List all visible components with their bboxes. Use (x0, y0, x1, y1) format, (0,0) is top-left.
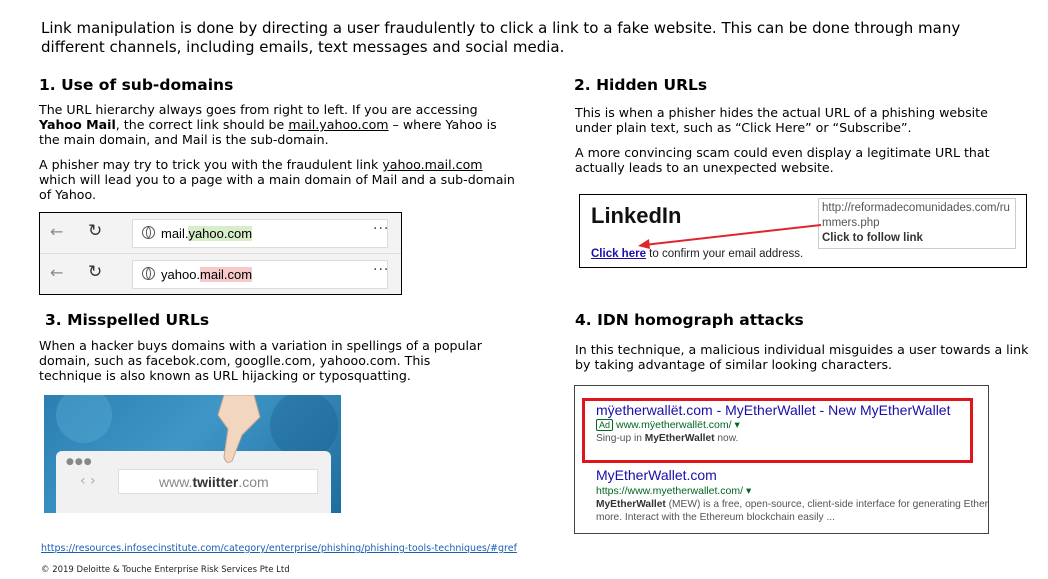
linkedin-example: LinkedIn http://reformadecomunidades.com… (579, 194, 1027, 268)
heading-hidden-urls: 2. Hidden URLs (574, 76, 708, 94)
source-link[interactable]: https://resources.infosecinstitute.com/c… (41, 543, 517, 554)
reload-icon: ↻ (88, 221, 103, 241)
globe-icon (142, 267, 155, 280)
intro-paragraph: Link manipulation is done by directing a… (41, 19, 961, 56)
hidden-urls-paragraph-1: This is when a phisher hides the actual … (575, 105, 988, 135)
idn-homograph-paragraph: In this technique, a malicious individua… (575, 342, 1029, 372)
ad-badge: Ad (596, 419, 614, 431)
hidden-urls-paragraph-2: A more convincing scam could even displa… (575, 145, 990, 175)
fake-result-snippet: Sing-up in MyEtherWallet now. (596, 433, 739, 444)
pointer-arrow (638, 224, 822, 249)
misspelled-urls-paragraph: When a hacker buys domains with a variat… (39, 338, 482, 383)
back-arrow-icon: ← (50, 263, 64, 282)
real-result-snippet: MyEtherWallet (MEW) is a free, open-sour… (596, 499, 989, 523)
real-result-title[interactable]: MyEtherWallet.com (596, 467, 717, 483)
click-here-line: Click here to confirm your email address… (591, 248, 804, 260)
address-bar-row-1: ← ↻ mail.yahoo.com ··· (40, 213, 401, 253)
typo-url-field: www.twiitter.com (118, 469, 318, 494)
heading-idn-homograph: 4. IDN homograph attacks (575, 311, 804, 329)
back-arrow-icon: ← (50, 222, 64, 241)
nav-arrows-icon: ‹ › (80, 473, 96, 489)
reload-icon: ↻ (88, 262, 103, 282)
twitter-typo-image: ●●● ‹ › www.twiitter.com (44, 395, 341, 513)
pointing-hand-icon (217, 395, 261, 463)
heading-misspelled-urls: 3. Misspelled URLs (45, 311, 210, 329)
more-icon: ··· (373, 221, 390, 237)
copyright: © 2019 Deloitte & Touche Enterprise Risk… (41, 565, 290, 575)
link-yahoo-mail: yahoo.mail.com (382, 157, 483, 172)
globe-icon (142, 226, 155, 239)
address-field-1: mail.yahoo.com (132, 219, 388, 248)
heading-sub-domains: 1. Use of sub-domains (39, 76, 234, 94)
link-tooltip: http://reformadecomunidades.com/rummers.… (818, 198, 1016, 249)
address-field-2: yahoo.mail.com (132, 260, 388, 289)
fake-result-url: Ad www.mÿetherwallët.com/ ▾ (596, 419, 740, 431)
link-mail-yahoo: mail.yahoo.com (288, 117, 389, 132)
address-bar-row-2: ← ↻ yahoo.mail.com ··· (40, 254, 401, 294)
browser-address-bars: ← ↻ mail.yahoo.com ··· ← ↻ yahoo.mail.co… (39, 212, 402, 295)
click-here-link[interactable]: Click here (591, 248, 646, 260)
more-icon: ··· (373, 262, 390, 278)
sub-domains-paragraph-2: A phisher may try to trick you with the … (39, 157, 515, 202)
window-dots-icon: ●●● (66, 457, 93, 467)
search-results-example: mÿetherwallët.com - MyEtherWallet - New … (574, 385, 989, 534)
real-result-url: https://www.myetherwallet.com/ ▾ (596, 485, 752, 497)
sub-domains-paragraph-1: The URL hierarchy always goes from right… (39, 102, 497, 147)
fake-result-title[interactable]: mÿetherwallët.com - MyEtherWallet - New … (596, 402, 950, 418)
